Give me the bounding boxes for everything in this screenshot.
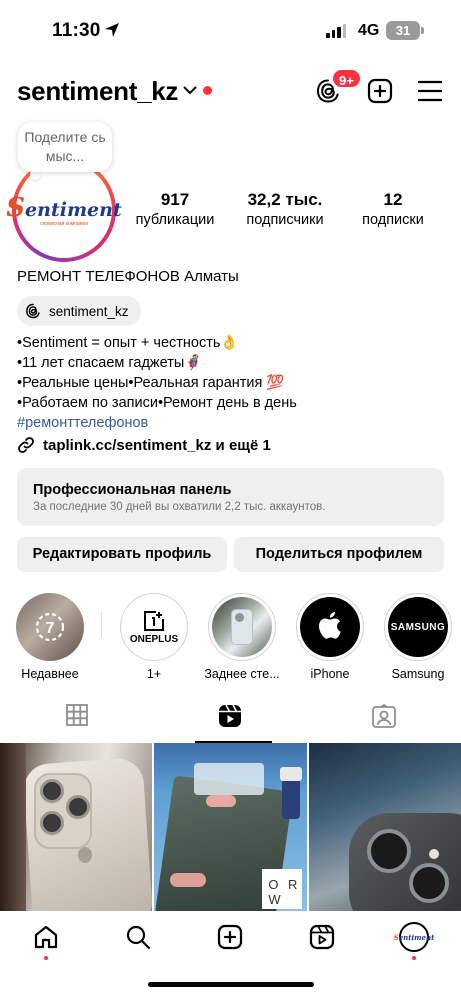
highlight-iphone[interactable]: iPhone [296,593,364,681]
note-bubble[interactable]: Поделите сь мыс... [18,122,112,172]
edit-profile-button[interactable]: Редактировать профиль [17,537,227,572]
create-icon[interactable] [367,78,393,104]
search-icon[interactable] [125,924,151,950]
location-arrow-icon [105,23,119,37]
threads-icon [26,303,40,319]
chevron-down-icon[interactable] [183,85,197,95]
oneplus-logo [144,610,164,631]
home-notification-dot [44,956,48,960]
grid-post[interactable] [0,743,153,911]
signal-icon [326,24,346,38]
highlight-oneplus[interactable]: ONEPLUS 1+ [120,593,188,681]
box-lettering: O R W [262,869,303,909]
reels-grid: O R W [0,743,461,911]
clock: 11:30 [52,20,101,41]
grid-post[interactable] [308,743,461,911]
samsung-logo: SAMSUNG [390,621,446,633]
recent-icon: 7 [35,612,65,642]
svg-text:7: 7 [46,620,55,637]
battery-cap [421,27,424,34]
profile-avatar[interactable]: Sentiment сервисная компания [6,158,122,262]
battery-icon: 31 [386,21,420,40]
profile-header: sentiment_kz 9+ [0,68,461,114]
bio-text: •Sentiment = опыт + честность👌 •11 лет с… [17,335,297,433]
create-icon[interactable] [217,924,243,950]
home-icon[interactable] [33,924,59,950]
grid-post[interactable]: O R W [154,743,307,911]
reels-icon[interactable] [309,924,335,950]
highlight-samsung[interactable]: SAMSUNG Samsung [384,593,452,681]
apple-logo [319,612,341,639]
notification-badge: 9+ [331,68,362,89]
unread-dot [203,86,212,95]
status-bar: 11:30 4G 31 [0,0,461,62]
share-profile-button[interactable]: Поделиться профилем [234,537,444,572]
menu-icon[interactable] [418,80,442,102]
hashtag-link[interactable]: #ремонттелефонов [17,413,297,433]
highlight-divider [101,612,102,638]
profile-notification-dot [412,956,416,960]
network-type: 4G [358,22,380,39]
stat-followers[interactable]: 32,2 тыс. подписчики [233,190,337,228]
highlight-recent[interactable]: 7 Недавнее [16,593,84,681]
stat-posts[interactable]: 917 публикации [130,190,220,228]
home-indicator [148,982,314,987]
stat-following[interactable]: 12 подписки [350,190,436,228]
grid-icon[interactable] [66,704,88,726]
highlight-back-glass[interactable]: Заднее сте... [204,593,280,681]
profile-name: РЕМОНТ ТЕЛЕФОНОВ Алматы [17,268,239,285]
account-switcher[interactable]: sentiment_kz [17,76,178,107]
reels-icon[interactable] [218,704,242,728]
threads-link-chip[interactable]: sentiment_kz [17,296,141,326]
profile-avatar[interactable]: Sentiment [394,922,434,952]
tagged-icon[interactable] [372,704,396,728]
link-icon [18,437,34,453]
bio-link[interactable]: taplink.cc/sentiment_kz и ещё 1 [17,436,271,454]
professional-dashboard[interactable]: Профессиональная панель За последние 30 … [17,468,444,526]
phone-back-image [212,597,272,657]
